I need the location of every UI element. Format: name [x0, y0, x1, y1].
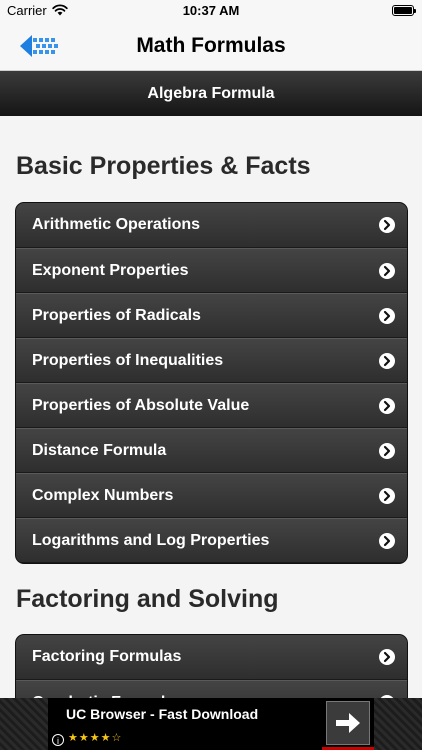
page-title: Math Formulas	[136, 34, 286, 57]
chevron-right-icon	[379, 533, 395, 549]
chevron-right-icon	[379, 353, 395, 369]
list-item[interactable]: Quadratic Formula	[16, 680, 407, 698]
ad-banner[interactable]: UC Browser - Fast Download i ★★★★☆	[0, 698, 422, 750]
list-item[interactable]: Logarithms and Log Properties	[16, 518, 407, 563]
status-bar: Carrier 10:37 AM	[0, 0, 422, 22]
ad-content[interactable]: UC Browser - Fast Download i ★★★★☆	[48, 698, 374, 750]
status-time: 10:37 AM	[182, 3, 240, 18]
rating-stars: ★★★★☆	[68, 732, 123, 744]
list-item-label: Distance Formula	[32, 442, 167, 459]
list-item-label: Properties of Radicals	[32, 307, 201, 324]
list-item[interactable]: Properties of Inequalities	[16, 338, 407, 383]
list-item[interactable]: Arithmetic Operations	[16, 203, 407, 248]
chevron-right-icon	[379, 308, 395, 324]
list-basic-properties: Arithmetic Operations Exponent Propertie…	[15, 202, 408, 564]
category-header: Algebra Formula	[0, 71, 422, 116]
chevron-right-icon	[379, 263, 395, 279]
list-item-label: Arithmetic Operations	[32, 216, 201, 233]
section-title-factoring: Factoring and Solving	[16, 585, 279, 613]
ad-title: UC Browser - Fast Download	[66, 706, 259, 722]
chevron-right-icon	[379, 443, 395, 459]
list-item[interactable]: Distance Formula	[16, 428, 407, 473]
chevron-right-icon	[379, 649, 395, 665]
chevron-right-icon	[379, 488, 395, 504]
list-item-label: Properties of Inequalities	[32, 352, 224, 369]
list-item[interactable]: Properties of Radicals	[16, 293, 407, 338]
navigation-bar: Math Formulas	[0, 22, 422, 71]
list-item[interactable]: Complex Numbers	[16, 473, 407, 518]
info-icon[interactable]: i	[52, 734, 64, 746]
chevron-right-icon	[379, 398, 395, 414]
content-scroll-area[interactable]: Basic Properties & Facts Arithmetic Oper…	[0, 116, 422, 698]
chevron-right-icon	[379, 217, 395, 233]
section-title-basic: Basic Properties & Facts	[16, 152, 311, 180]
arrow-right-icon	[336, 713, 360, 733]
list-item-label: Quadratic Formula	[32, 681, 174, 698]
list-item-label: Logarithms and Log Properties	[32, 532, 270, 549]
list-item[interactable]: Factoring Formulas	[16, 635, 407, 680]
list-item[interactable]: Exponent Properties	[16, 248, 407, 293]
list-factoring: Factoring Formulas Quadratic Formula	[15, 634, 408, 698]
list-item-label: Exponent Properties	[32, 262, 189, 279]
list-item-label: Factoring Formulas	[32, 648, 182, 665]
list-item-label: Complex Numbers	[32, 487, 174, 504]
battery-icon	[392, 5, 416, 16]
list-item[interactable]: Properties of Absolute Value	[16, 383, 407, 428]
list-item-label: Properties of Absolute Value	[32, 397, 250, 414]
ad-open-button[interactable]	[326, 701, 370, 745]
